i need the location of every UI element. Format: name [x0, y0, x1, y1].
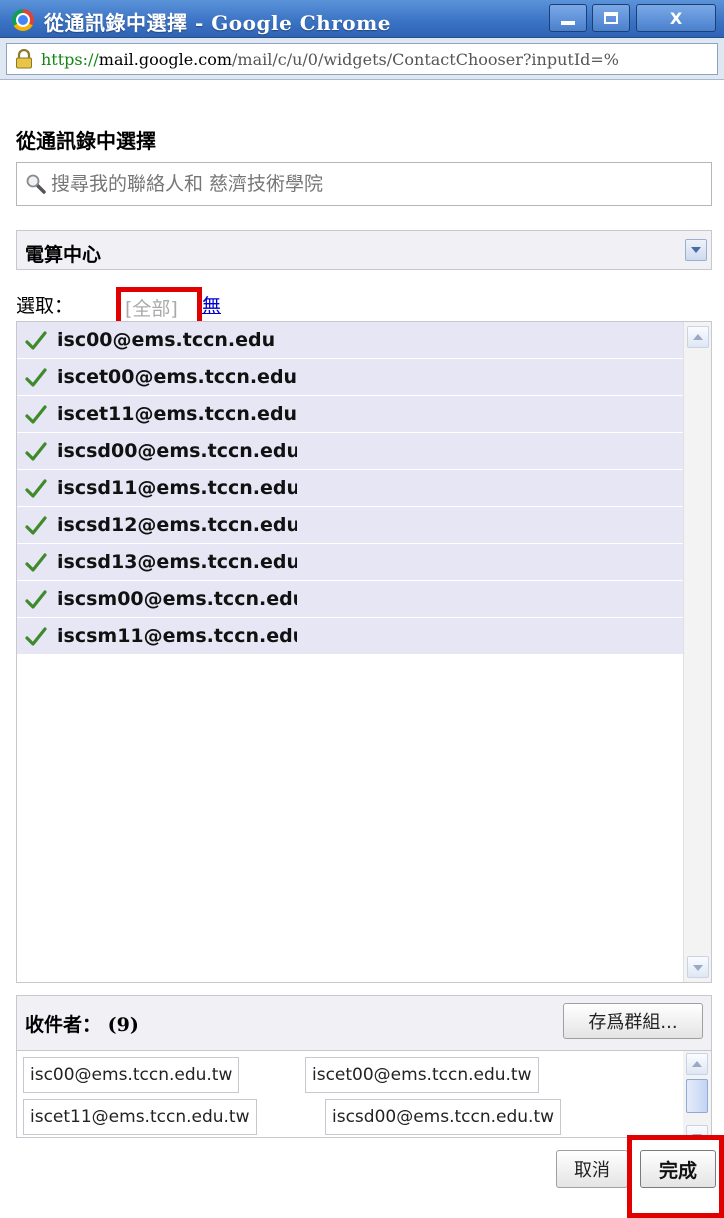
window-title: 從通訊錄中選擇 - Google Chrome — [44, 11, 391, 35]
contact-chooser-dialog: 從通訊錄中選擇 電算中心 選取： [全部] 無 isc00@ems.tccn.e… — [8, 81, 724, 1218]
contact-email: iscsd00@ems.tccn.edu.tw — [57, 440, 297, 462]
contact-row[interactable]: iscsm11@ems.tccn.edu.tw — [17, 618, 683, 655]
checkmark-icon — [25, 368, 47, 387]
checkmark-icon — [25, 516, 47, 535]
contact-row[interactable]: isc00@ems.tccn.edu.tw — [17, 322, 683, 359]
checkmark-icon — [25, 590, 47, 609]
checkmark-icon — [25, 553, 47, 572]
contact-email: iscsd13@ems.tccn.edu.tw — [57, 551, 297, 573]
search-box[interactable] — [16, 162, 712, 206]
contact-email: iscsm11@ems.tccn.edu.tw — [57, 625, 297, 647]
checkmark-icon — [25, 627, 47, 646]
group-select-value: 電算中心 — [25, 244, 102, 266]
recipient-chip[interactable]: iscet11@ems.tccn.edu.tw — [23, 1099, 257, 1135]
contact-email: iscet00@ems.tccn.edu.tw — [57, 366, 297, 388]
url-host: mail.google.com — [98, 50, 233, 69]
select-none-link[interactable]: 無 — [202, 291, 221, 318]
search-icon — [26, 174, 46, 194]
contact-row[interactable]: iscet00@ems.tccn.edu.tw — [17, 359, 683, 396]
url-field[interactable]: https://mail.google.com/mail/c/u/0/widge… — [6, 43, 718, 75]
recipients-title: 收件者： (9) — [25, 1010, 139, 1037]
contact-row[interactable]: iscsd12@ems.tccn.edu.tw — [17, 507, 683, 544]
recipients-count: (9) — [107, 1014, 139, 1036]
contact-email: iscsd11@ems.tccn.edu.tw — [57, 477, 297, 499]
contact-email: iscsm00@ems.tccn.edu.tw — [57, 588, 297, 610]
url-path: /mail/c/u/0/widgets/ContactChooser?input… — [232, 50, 619, 69]
scroll-up-button[interactable] — [687, 326, 709, 348]
checkmark-icon — [25, 405, 47, 424]
chevron-down-icon[interactable] — [685, 239, 707, 261]
lock-icon — [16, 49, 32, 69]
minimize-icon — [561, 21, 575, 25]
scroll-down-button[interactable] — [686, 1125, 708, 1137]
contact-email: iscsd12@ems.tccn.edu.tw — [57, 514, 297, 536]
maximize-icon — [604, 12, 618, 24]
dialog-heading: 從通訊錄中選擇 — [16, 129, 156, 153]
group-select[interactable]: 電算中心 — [16, 230, 712, 270]
recipient-chip[interactable]: iscet00@ems.tccn.edu.tw — [305, 1057, 539, 1093]
recipients-scrollbar[interactable] — [683, 1051, 711, 1137]
scroll-down-button[interactable] — [687, 956, 709, 978]
minimize-button[interactable] — [549, 4, 587, 32]
search-input[interactable] — [51, 171, 701, 197]
recipient-chip[interactable]: isc00@ems.tccn.edu.tw — [23, 1057, 240, 1093]
scroll-up-button[interactable] — [686, 1053, 708, 1075]
url-text: https://mail.google.com/mail/c/u/0/widge… — [41, 50, 619, 69]
cancel-button[interactable]: 取消 — [556, 1150, 628, 1188]
chrome-logo-icon — [12, 9, 34, 31]
contact-row[interactable]: iscet11@ems.tccn.edu.tw — [17, 396, 683, 433]
contact-list: isc00@ems.tccn.edu.tw iscet00@ems.tccn.e… — [16, 321, 712, 983]
checkmark-icon — [25, 331, 47, 350]
scroll-thumb[interactable] — [686, 1079, 708, 1113]
checkmark-icon — [25, 442, 47, 461]
contact-row[interactable]: iscsd13@ems.tccn.edu.tw — [17, 544, 683, 581]
contact-row[interactable]: iscsd11@ems.tccn.edu.tw — [17, 470, 683, 507]
select-label: 選取： — [16, 295, 74, 317]
contact-row[interactable]: iscsd00@ems.tccn.edu.tw — [17, 433, 683, 470]
checkmark-icon — [25, 479, 47, 498]
contact-email: isc00@ems.tccn.edu.tw — [57, 329, 277, 351]
recipients-area: isc00@ems.tccn.edu.tw iscet00@ems.tccn.e… — [17, 1050, 711, 1137]
select-all-label: [全部] — [125, 298, 178, 320]
contact-list-scrollbar[interactable] — [683, 322, 711, 982]
close-window-button[interactable]: X — [636, 4, 716, 32]
recipients-label: 收件者： — [25, 1014, 102, 1036]
maximize-button[interactable] — [592, 4, 630, 32]
contact-email: iscet11@ems.tccn.edu.tw — [57, 403, 297, 425]
done-button[interactable]: 完成 — [640, 1150, 716, 1188]
save-group-button[interactable]: 存爲群組... — [563, 1003, 703, 1039]
contact-row[interactable]: iscsm00@ems.tccn.edu.tw — [17, 581, 683, 618]
recipients-panel: 收件者： (9) 存爲群組... isc00@ems.tccn.edu.tw i… — [16, 995, 712, 1138]
window-titlebar: 從通訊錄中選擇 - Google Chrome X — [0, 0, 724, 38]
close-icon: X — [669, 8, 683, 28]
url-scheme: https:// — [41, 50, 99, 69]
recipient-chip[interactable]: iscsd00@ems.tccn.edu.tw — [325, 1099, 562, 1135]
address-bar: https://mail.google.com/mail/c/u/0/widge… — [0, 38, 724, 80]
